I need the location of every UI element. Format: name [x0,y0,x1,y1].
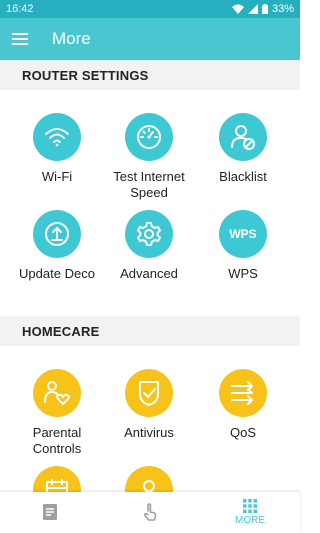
router-settings-header: ROUTER SETTINGS [0,60,300,90]
app-bar: More [0,18,300,60]
tap-icon [144,502,157,521]
tile-label: Wi-Fi [41,169,73,184]
parental-icon [33,369,81,417]
status-bar: 16:42 33% [0,0,300,18]
menu-button[interactable] [0,18,40,60]
nav-devices[interactable] [100,492,200,533]
tile-advanced[interactable]: Advanced [99,210,199,282]
arrows-icon [219,369,267,417]
tile-update-deco[interactable]: Update Deco [7,210,107,282]
user-block-icon [219,113,267,161]
upload-icon [33,210,81,258]
page-title: More [52,29,91,48]
wifi-icon [33,113,81,161]
tile-parental-controls[interactable]: Parental Controls [7,369,107,457]
shield-icon [125,369,173,417]
status-time: 16:42 [6,3,34,15]
tile-wps[interactable]: WPS WPS [193,210,293,282]
nav-more[interactable]: MORE [200,492,300,533]
tile-test-internet-speed[interactable]: Test Internet Speed [99,113,199,201]
bottom-nav: MORE [0,492,300,533]
wps-icon-text: WPS [229,227,257,241]
tile-label: Test Internet Speed [113,169,185,200]
wifi-status-icon [231,4,244,14]
tile-wifi[interactable]: Wi-Fi [7,113,107,185]
gear-icon [125,210,173,258]
wps-icon: WPS [219,210,267,258]
speedometer-icon [125,113,173,161]
tile-label: WPS [228,266,258,281]
signal-status-icon [247,4,258,14]
tile-label: Advanced [120,266,178,281]
tile-label: QoS [229,425,256,440]
nav-label-more: MORE [235,515,265,526]
hamburger-icon [12,33,28,45]
tile-label: Blacklist [219,169,267,184]
grid-icon [243,499,257,513]
homecare-header: HOMECARE [0,316,300,346]
document-icon [43,503,57,520]
tile-qos[interactable]: QoS [193,369,293,441]
tile-label: Parental Controls [32,425,82,456]
tile-antivirus[interactable]: Antivirus [99,369,199,441]
tile-label: Update Deco [19,266,95,281]
tile-blacklist[interactable]: Blacklist [193,113,293,185]
battery-percent: 33% [271,3,294,15]
tile-label: Antivirus [124,425,174,440]
nav-overview[interactable] [0,492,100,533]
battery-status-icon [261,4,268,14]
